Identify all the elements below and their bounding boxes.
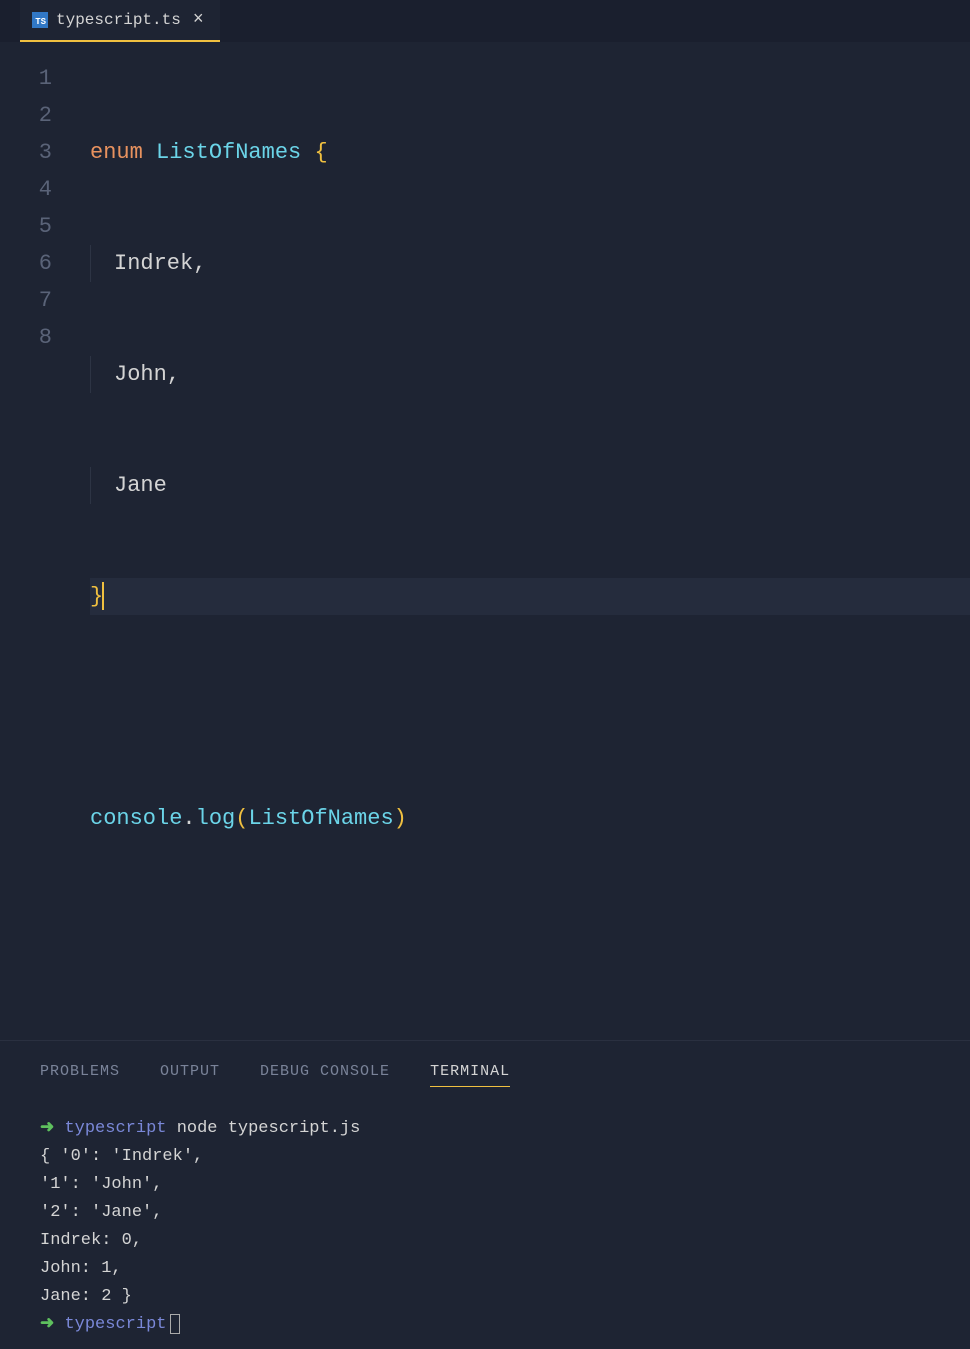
- typescript-icon: TS: [32, 12, 48, 28]
- terminal-output: '1': 'John',: [40, 1171, 930, 1199]
- panel-tab-bar: PROBLEMS OUTPUT DEBUG CONSOLE TERMINAL: [0, 1063, 970, 1105]
- prompt-arrow-icon: ➜: [40, 1119, 54, 1138]
- terminal-output: '2': 'Jane',: [40, 1199, 930, 1227]
- tab-problems[interactable]: PROBLEMS: [40, 1063, 120, 1087]
- terminal-output: John: 1,: [40, 1255, 930, 1283]
- code-line: }: [90, 578, 970, 615]
- code-line: Indrek,: [90, 245, 970, 282]
- line-number: 6: [0, 245, 52, 282]
- line-number-gutter: 1 2 3 4 5 6 7 8: [0, 60, 90, 1022]
- line-number: 4: [0, 171, 52, 208]
- line-number: 2: [0, 97, 52, 134]
- bottom-panel: PROBLEMS OUTPUT DEBUG CONSOLE TERMINAL ➜…: [0, 1040, 970, 1349]
- terminal-command: node typescript.js: [177, 1119, 361, 1138]
- code-line: Jane: [90, 467, 970, 504]
- line-number: 1: [0, 60, 52, 97]
- line-number: 7: [0, 282, 52, 319]
- editor-tab[interactable]: TS typescript.ts ×: [20, 0, 220, 42]
- terminal-cursor: [170, 1314, 180, 1334]
- code-content[interactable]: enum ListOfNames { Indrek, John, Jane } …: [90, 60, 970, 1022]
- editor-cursor: [102, 582, 104, 610]
- terminal-cwd: typescript: [64, 1119, 166, 1138]
- tab-bar: TS typescript.ts ×: [0, 0, 970, 42]
- terminal-content[interactable]: ➜ typescript node typescript.js { '0': '…: [0, 1105, 970, 1349]
- code-line: enum ListOfNames {: [90, 134, 970, 171]
- close-icon[interactable]: ×: [189, 10, 208, 30]
- tab-debug-console[interactable]: DEBUG CONSOLE: [260, 1063, 390, 1087]
- terminal-output: Indrek: 0,: [40, 1227, 930, 1255]
- tab-filename: typescript.ts: [56, 11, 181, 29]
- code-editor[interactable]: 1 2 3 4 5 6 7 8 enum ListOfNames { Indre…: [0, 42, 970, 1040]
- code-line: [90, 689, 970, 726]
- line-number: 5: [0, 208, 52, 245]
- terminal-output: Jane: 2 }: [40, 1283, 930, 1311]
- terminal-cwd: typescript: [64, 1315, 166, 1334]
- line-number: 8: [0, 319, 52, 356]
- code-line: console.log(ListOfNames): [90, 800, 970, 837]
- terminal-output: { '0': 'Indrek',: [40, 1143, 930, 1171]
- prompt-arrow-icon: ➜: [40, 1315, 54, 1334]
- terminal-line: ➜ typescript node typescript.js: [40, 1115, 930, 1143]
- tab-terminal[interactable]: TERMINAL: [430, 1063, 510, 1087]
- code-line: [90, 911, 970, 948]
- tab-output[interactable]: OUTPUT: [160, 1063, 220, 1087]
- code-line: John,: [90, 356, 970, 393]
- terminal-line: ➜ typescript: [40, 1311, 930, 1339]
- line-number: 3: [0, 134, 52, 171]
